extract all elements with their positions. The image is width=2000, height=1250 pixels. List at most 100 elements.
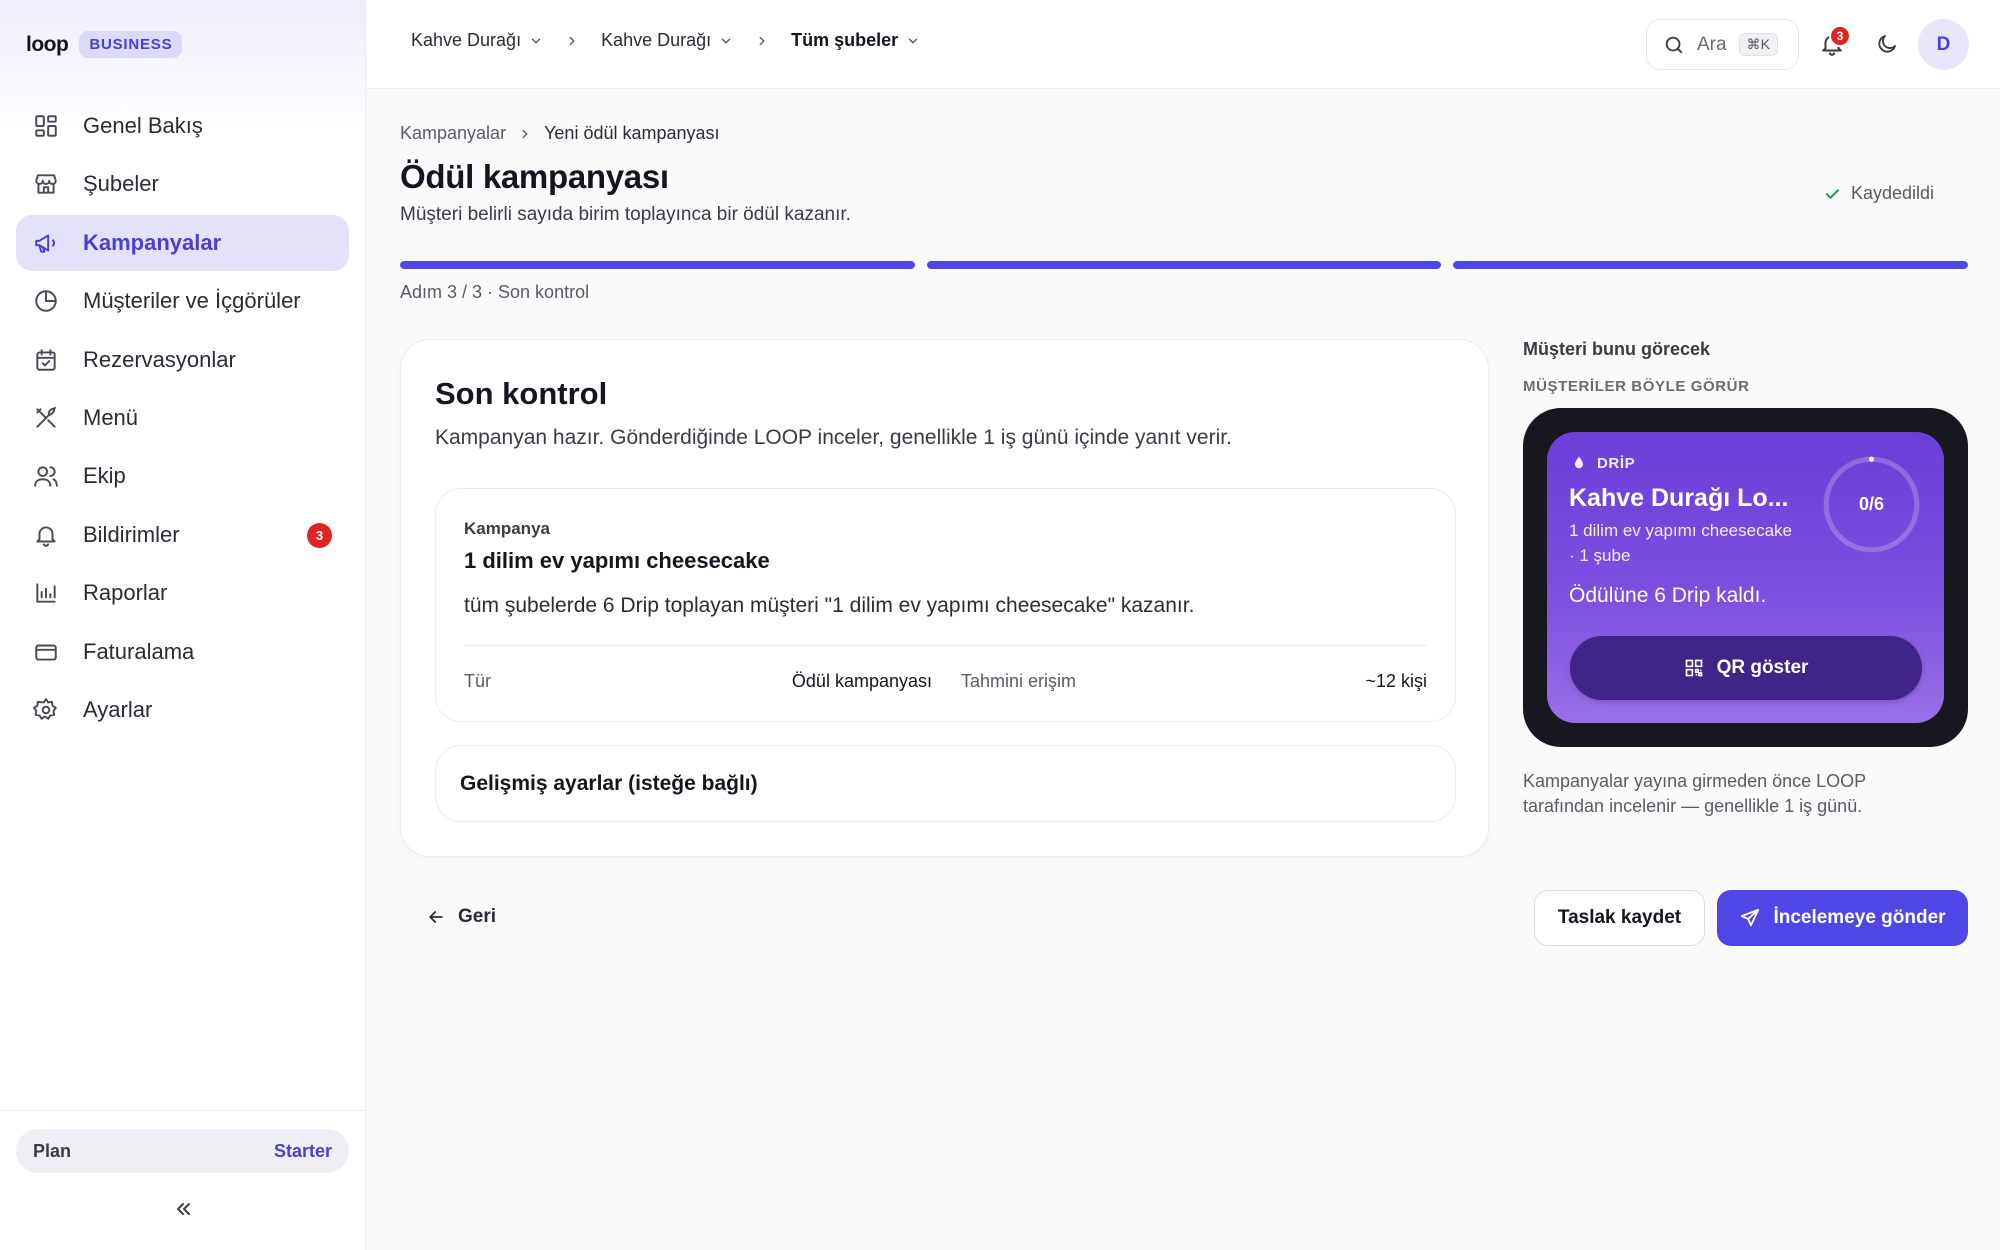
notification-count-badge: 3 xyxy=(307,522,332,548)
sidebar-item-label: Genel Bakış xyxy=(83,113,203,138)
sidebar-item-menu[interactable]: Menü xyxy=(16,390,349,446)
unit-row: DRİP xyxy=(1571,454,1635,472)
business-badge: BUSINESS xyxy=(79,31,183,58)
loyalty-card-preview: DRİP Kahve Durağı Lo... 1 dilim ev yapım… xyxy=(1547,432,1944,723)
review-card: Son kontrol Kampanyan hazır. Gönderdiğin… xyxy=(400,339,1489,857)
sidebar-item-label: Faturalama xyxy=(83,638,195,664)
saved-status: Kaydedildi xyxy=(1823,183,1934,204)
sidebar-item-branches[interactable]: Şubeler xyxy=(16,156,349,212)
avatar[interactable]: D xyxy=(1918,19,1969,70)
megaphone-icon xyxy=(35,234,55,253)
reach-value: ~12 kişi xyxy=(1365,671,1427,691)
dashboard-icon xyxy=(35,115,57,137)
preview-note: Kampanyalar yayına girmeden önce LOOP ta… xyxy=(1523,771,1866,816)
card-name: Kahve Durağı Lo... xyxy=(1569,484,1789,512)
sidebar-item-settings[interactable]: Ayarlar xyxy=(16,682,349,738)
topbar: Kahve Durağı Kahve Durağı Tüm şubeler Ar… xyxy=(367,0,2000,89)
sidebar-item-label: Şubeler xyxy=(83,171,159,197)
breadcrumb: Kampanyalar Yeni ödül kampanyası xyxy=(400,123,720,144)
page-subtitle: Müşteri belirli sayıda birim toplayınca … xyxy=(400,204,851,225)
progress-text: 0/6 xyxy=(1858,494,1885,514)
sidebar-item-reservations[interactable]: Rezervasyonlar xyxy=(16,332,349,388)
plan-value: Starter xyxy=(273,1140,332,1161)
qr-label: QR göster xyxy=(1716,657,1809,678)
search-label: Ara xyxy=(1697,33,1727,55)
brand[interactable]: loop BUSINESS xyxy=(26,31,183,58)
search-shortcut: ⌘K xyxy=(1738,33,1778,56)
back-label: Geri xyxy=(458,906,497,927)
submit-label: İncelemeye gönder xyxy=(1773,907,1946,928)
chevron-down-icon xyxy=(721,38,731,44)
sidebar-item-campaigns[interactable]: Kampanyalar xyxy=(16,214,349,271)
collapse-sidebar-icon[interactable] xyxy=(171,1197,195,1221)
search-icon xyxy=(1665,36,1683,53)
users-icon xyxy=(34,466,58,488)
campaign-description: tüm şubelerde 6 Drip toplayan müşteri "1… xyxy=(464,594,1195,617)
save-draft-button[interactable]: Taslak kaydet xyxy=(1534,890,1705,946)
chevron-down-icon xyxy=(908,38,918,44)
campaign-summary: Kampanya 1 dilim ev yapımı cheesecake tü… xyxy=(435,488,1456,722)
breadcrumb-campaigns-link[interactable]: Kampanyalar xyxy=(400,123,506,144)
brand-selector[interactable]: Kahve Durağı xyxy=(601,30,733,51)
sidebar-item-label: Raporlar xyxy=(83,580,168,606)
card-reward: 1 dilim ev yapımı cheesecake · 1 şube xyxy=(1569,521,1792,565)
page-title: Ödül kampanyası xyxy=(400,158,669,195)
sidebar-item-label: Bildirimler xyxy=(83,521,180,547)
send-icon xyxy=(1741,908,1760,927)
logo[interactable]: loop xyxy=(26,33,69,57)
advanced-settings-toggle[interactable]: Gelişmiş ayarlar (isteğe bağlı) xyxy=(435,745,1456,822)
credit-card-icon xyxy=(35,644,57,661)
saved-label: Kaydedildi xyxy=(1850,183,1934,203)
sidebar-item-label: Menü xyxy=(83,404,139,430)
check-icon xyxy=(1825,188,1839,199)
sidebar-item-reports[interactable]: Raporlar xyxy=(16,565,349,621)
step-progress xyxy=(400,261,1969,269)
business-selector[interactable]: Kahve Durağı xyxy=(411,30,543,51)
sidebar-item-customers[interactable]: Müşteriler ve İçgörüler xyxy=(16,273,349,329)
chevron-down-icon xyxy=(531,38,541,44)
reach-key: Tahmini erişim xyxy=(961,671,1077,691)
sidebar-item-overview[interactable]: Genel Bakış xyxy=(16,98,349,154)
bar-chart-icon xyxy=(36,583,56,603)
business-selector-label: Kahve Durağı xyxy=(411,30,522,50)
branch-selector[interactable]: Tüm şubeler xyxy=(791,30,920,51)
progress-step xyxy=(400,261,915,269)
plan-label: Plan xyxy=(33,1140,72,1161)
type-key: Tür xyxy=(464,671,491,691)
moon-icon[interactable] xyxy=(1875,32,1899,56)
search-button[interactable]: Ara ⌘K xyxy=(1646,19,1799,70)
progress-step xyxy=(1453,261,1969,269)
arrow-left-icon xyxy=(429,911,443,923)
qr-code-icon xyxy=(1685,659,1702,677)
store-icon xyxy=(35,174,57,195)
submit-for-review-button[interactable]: İncelemeye gönder xyxy=(1717,890,1968,946)
preview-kicker: MÜŞTERİLER BÖYLE GÖRÜR xyxy=(1523,378,1750,395)
breadcrumb-current: Yeni ödül kampanyası xyxy=(544,123,720,143)
back-button[interactable]: Geri xyxy=(422,889,500,945)
sidebar-item-team[interactable]: Ekip xyxy=(16,448,349,504)
sidebar-nav: Genel Bakış Şubeler Kampanyalar Müşteril… xyxy=(16,98,349,740)
divider xyxy=(464,645,1427,646)
drop-icon xyxy=(1575,456,1583,469)
campaign-name: 1 dilim ev yapımı cheesecake xyxy=(464,548,770,573)
progress-step xyxy=(926,261,1442,269)
plan-indicator[interactable]: Plan Starter xyxy=(16,1129,349,1173)
step-label: Adım 3 / 3 · Son kontrol xyxy=(400,282,590,302)
sidebar-footer: Plan Starter xyxy=(0,1110,366,1215)
chevron-right-icon xyxy=(759,36,765,45)
utensils-icon xyxy=(36,406,57,428)
sidebar-item-label: Ekip xyxy=(83,463,126,489)
sidebar-item-billing[interactable]: Faturalama xyxy=(16,624,349,680)
chevron-right-icon xyxy=(569,36,575,45)
calendar-check-icon xyxy=(36,348,56,371)
show-qr-button[interactable]: QR göster xyxy=(1570,636,1922,700)
brand-selector-label: Kahve Durağı xyxy=(601,30,712,50)
sidebar: loop BUSINESS Genel Bakış Şubeler Kampan… xyxy=(0,0,366,1250)
campaign-label: Kampanya xyxy=(464,519,550,538)
type-value: Ödül kampanyası xyxy=(791,671,932,691)
unit-label: DRİP xyxy=(1597,454,1636,472)
sidebar-item-label: Müşteriler ve İçgörüler xyxy=(83,288,301,314)
sidebar-item-notifications[interactable]: Bildirimler 3 xyxy=(16,507,349,563)
gear-icon xyxy=(33,698,57,720)
preview-title: Müşteri bunu görecek xyxy=(1523,339,1711,359)
